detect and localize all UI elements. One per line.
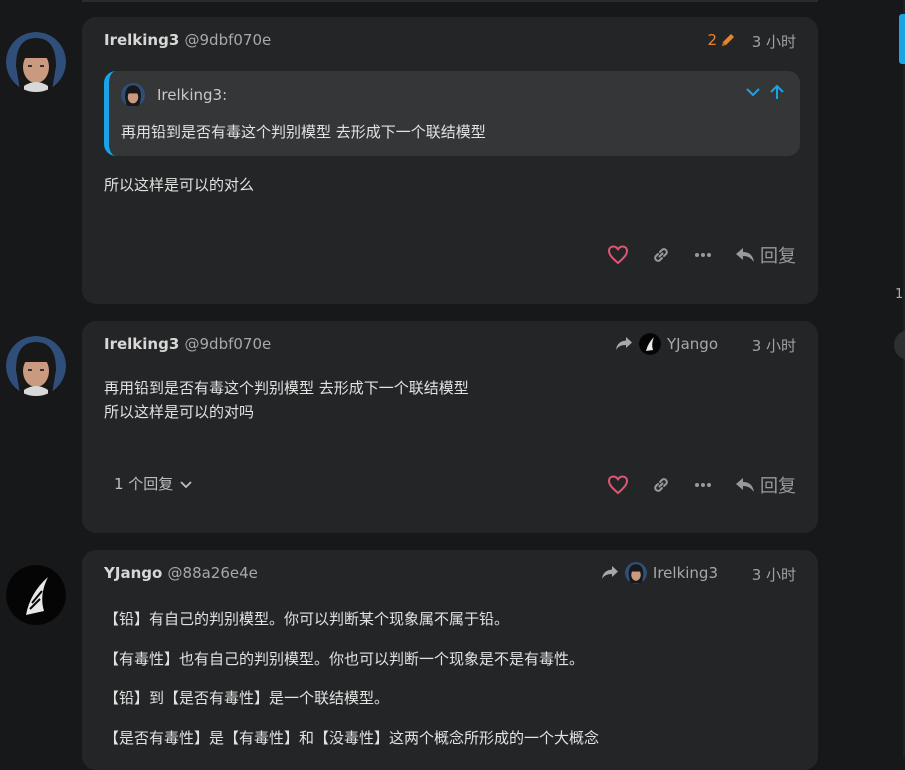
yjango-mini-avatar (639, 333, 662, 355)
replies-count: 1 个回复 (114, 475, 174, 493)
post-time[interactable]: 3 小时 (752, 31, 796, 52)
reply-arrow-icon (616, 337, 633, 350)
post-card: Irelking3 @9dbf070e YJango 3 小时 再用铅到是否有毒… (82, 321, 818, 533)
post-card: Irelking3 @9dbf070e 2 3 小时 Irelking3: 再用… (82, 17, 818, 304)
chevron-down-icon[interactable] (744, 83, 762, 101)
arrow-up-icon[interactable] (768, 83, 786, 101)
reply-to-indicator[interactable]: Irelking3 (601, 562, 718, 584)
avatar-irelking3[interactable] (6, 32, 66, 92)
avatar-irelking3[interactable] (6, 336, 66, 396)
reply-to-indicator[interactable]: YJango (615, 333, 718, 355)
avatar-yjango[interactable] (6, 565, 66, 625)
reply-button[interactable]: 回复 (735, 242, 796, 268)
post-card: YJango @88a26e4e Irelking3 3 小时 【铅】有自己的判… (82, 550, 818, 770)
reply-to-username: Irelking3 (652, 564, 718, 582)
username[interactable]: Irelking3 (104, 335, 179, 353)
reply-button[interactable]: 回复 (735, 472, 796, 498)
post-author[interactable]: YJango @88a26e4e (104, 564, 258, 582)
irelking3-mini-avatar (624, 562, 647, 584)
reply-icon (736, 478, 754, 492)
edge-counter: 1 (895, 287, 904, 302)
username[interactable]: Irelking3 (104, 31, 179, 49)
post-time[interactable]: 3 小时 (752, 564, 796, 585)
chevron-down-icon (180, 480, 192, 488)
post-author[interactable]: Irelking3 @9dbf070e (104, 335, 271, 353)
post-actions: 回复 (607, 472, 796, 498)
post-paragraph: 【是否有毒性】是【有毒性】和【没毒性】这两个概念所形成的一个大概念 (104, 729, 600, 747)
reply-label: 回复 (760, 246, 796, 267)
previous-post-edge (82, 0, 818, 2)
pencil-icon (722, 34, 734, 46)
post-actions: 回复 (607, 242, 796, 268)
quote-controls (744, 83, 786, 101)
heart-icon[interactable] (607, 475, 629, 495)
scroll-indicator[interactable] (899, 14, 905, 64)
more-icon[interactable] (693, 475, 713, 495)
quote-avatar (121, 83, 145, 107)
user-handle: @9dbf070e (184, 31, 272, 49)
post-paragraph: 【铅】有自己的判别模型。你可以判断某个现象属不属于铅。 (104, 610, 510, 628)
post-paragraph: 【有毒性】也有自己的判别模型。你也可以判断一个现象是不是有毒性。 (104, 650, 585, 668)
heart-icon[interactable] (607, 245, 629, 265)
post-author[interactable]: Irelking3 @9dbf070e (104, 31, 271, 49)
body-line: 再用铅到是否有毒这个判别模型 去形成下一个联结模型 (104, 379, 469, 397)
post-body: 再用铅到是否有毒这个判别模型 去形成下一个联结模型 所以这样是可以的对吗 (104, 376, 469, 424)
user-handle: @9dbf070e (184, 335, 272, 353)
post-time[interactable]: 3 小时 (752, 335, 796, 356)
quote-text: 再用铅到是否有毒这个判别模型 去形成下一个联结模型 (121, 123, 486, 141)
edit-count: 2 (707, 31, 717, 49)
reply-label: 回复 (760, 476, 796, 497)
edge-button[interactable] (894, 330, 905, 360)
reply-icon (736, 248, 754, 262)
body-line: 所以这样是可以的对吗 (104, 403, 255, 421)
show-replies-button[interactable]: 1 个回复 (114, 473, 193, 494)
more-icon[interactable] (693, 245, 713, 265)
quote-username: Irelking3: (157, 86, 228, 104)
quote-block: Irelking3: 再用铅到是否有毒这个判别模型 去形成下一个联结模型 (104, 71, 800, 156)
link-icon[interactable] (651, 475, 671, 495)
post-body: 所以这样是可以的对么 (104, 176, 255, 194)
post-paragraph: 【铅】到【是否有毒性】是一个联结模型。 (104, 689, 390, 707)
edit-history-button[interactable]: 2 (707, 31, 736, 49)
username[interactable]: YJango (104, 564, 162, 582)
reply-to-username: YJango (667, 335, 718, 353)
reply-arrow-icon (601, 566, 618, 579)
user-handle: @88a26e4e (167, 564, 258, 582)
link-icon[interactable] (651, 245, 671, 265)
